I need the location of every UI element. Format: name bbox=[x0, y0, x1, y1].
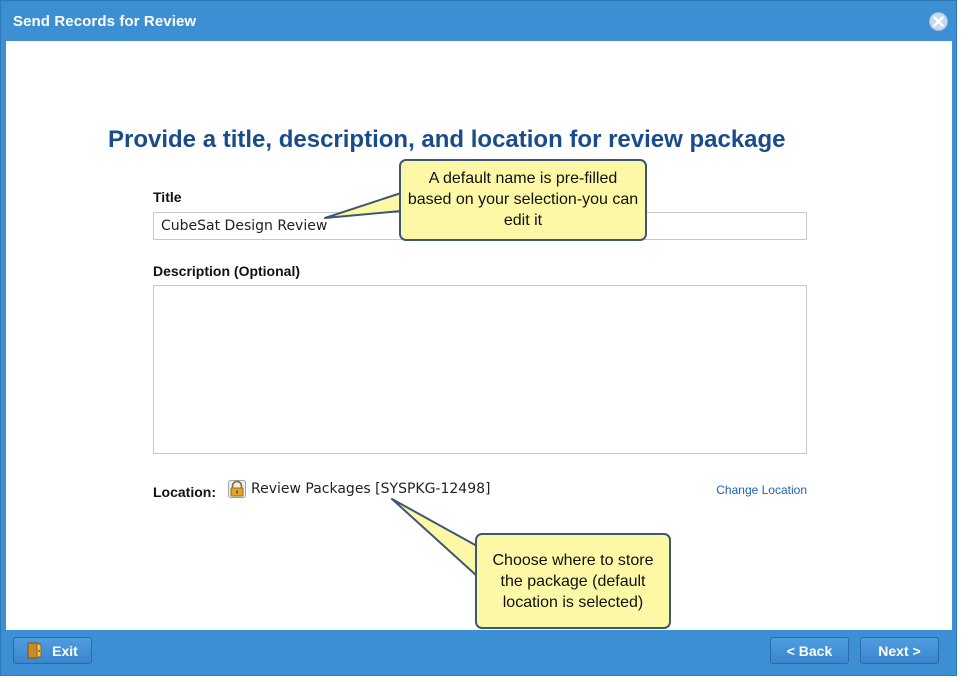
close-icon bbox=[933, 16, 944, 27]
location-value: Review Packages [SYSPKG-12498] bbox=[251, 481, 491, 497]
page-heading: Provide a title, description, and locati… bbox=[108, 126, 786, 153]
dialog-titlebar: Send Records for Review bbox=[1, 1, 956, 41]
exit-label: Exit bbox=[52, 642, 78, 659]
next-button[interactable]: Next > bbox=[860, 637, 939, 664]
location-hint-callout: Choose where to store the package (defau… bbox=[475, 533, 671, 629]
location-label: Location: bbox=[153, 484, 216, 500]
description-textarea[interactable] bbox=[153, 285, 807, 454]
description-label: Description (Optional) bbox=[153, 263, 300, 279]
title-hint-callout: A default name is pre-filled based on yo… bbox=[399, 159, 647, 241]
close-button[interactable] bbox=[929, 12, 948, 31]
exit-button[interactable]: Exit bbox=[13, 637, 92, 664]
dialog-title: Send Records for Review bbox=[13, 13, 197, 30]
back-button[interactable]: < Back bbox=[770, 637, 849, 664]
exit-door-icon bbox=[27, 642, 42, 659]
folder-lock-icon bbox=[228, 480, 246, 498]
dialog-footer: Exit < Back Next > bbox=[1, 630, 956, 675]
title-label: Title bbox=[153, 189, 182, 205]
change-location-link[interactable]: Change Location bbox=[716, 483, 807, 497]
